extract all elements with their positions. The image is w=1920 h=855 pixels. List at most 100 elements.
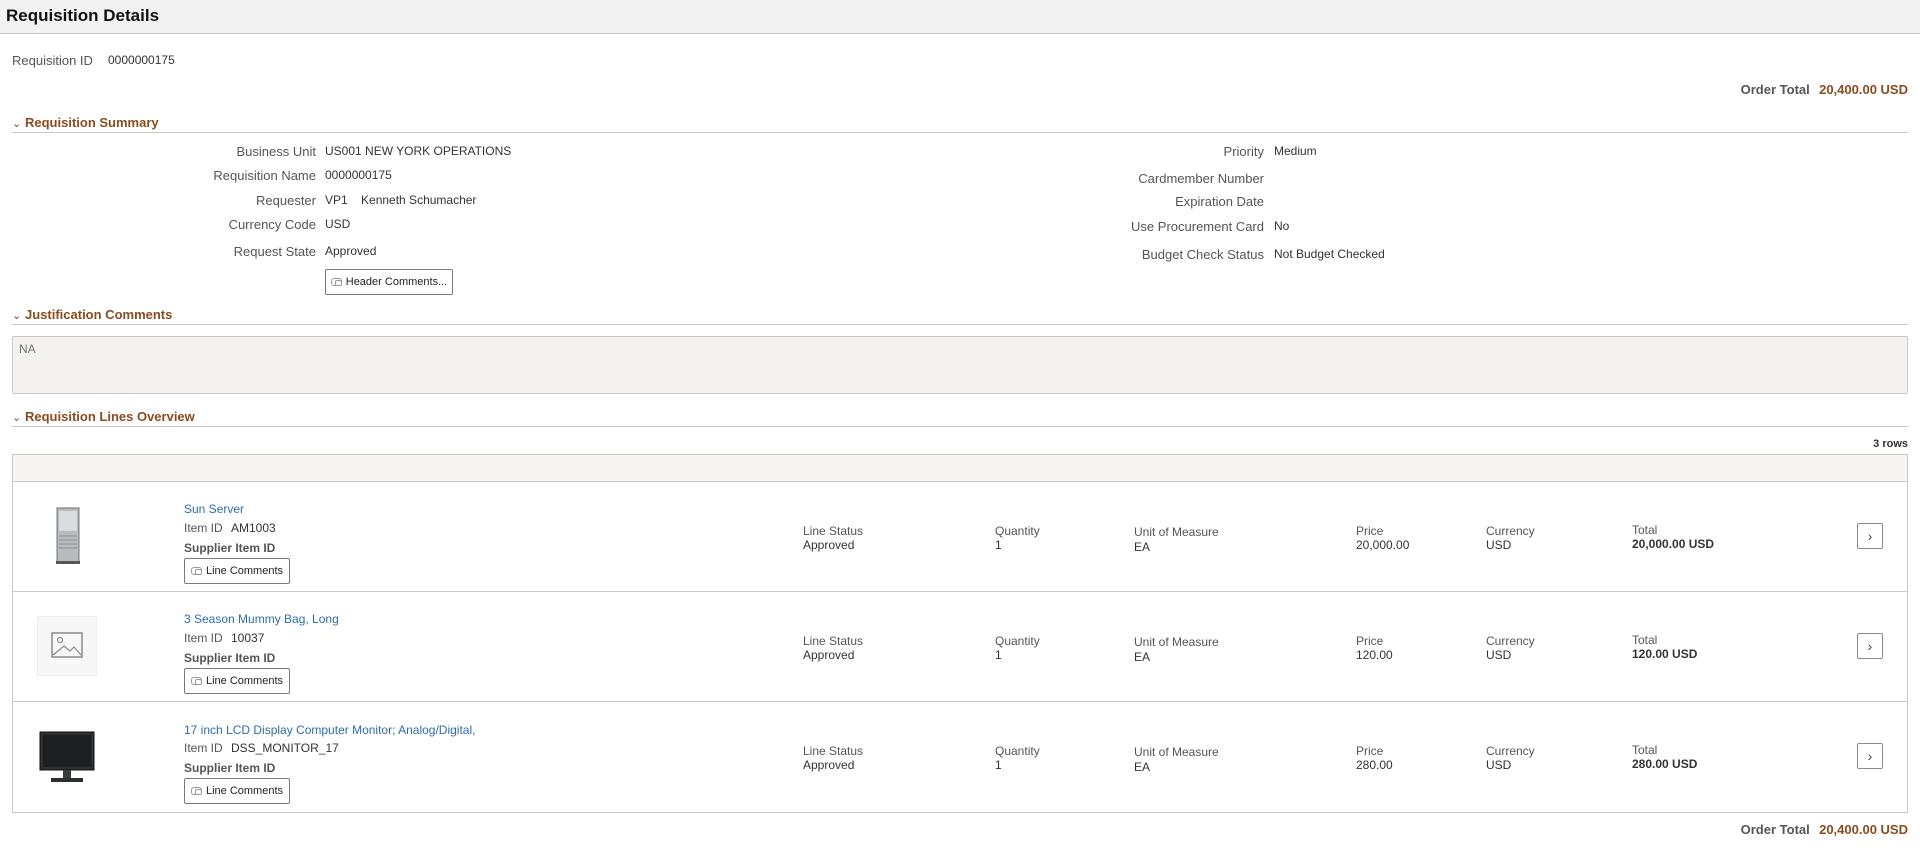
- table-row: 3 Season Mummy Bag, Long Item ID 10037 S…: [13, 592, 1907, 702]
- requisition-lines-grid: Sun Server Item ID AM1003 Supplier Item …: [12, 454, 1908, 813]
- requisition-lines-header[interactable]: ⌄ Requisition Lines Overview: [12, 409, 1908, 427]
- request-state-value: Approved: [325, 244, 377, 258]
- item-id-label: Item ID: [184, 631, 223, 645]
- total-label: Total: [1632, 633, 1658, 647]
- item-id-value: AM1003: [231, 521, 276, 535]
- page-header: Requisition Details: [0, 0, 1920, 34]
- line-details-button[interactable]: ›: [1857, 633, 1883, 659]
- server-image: [37, 506, 97, 566]
- quantity-value: 1: [995, 648, 1002, 662]
- budget-check-status-label: Budget Check Status: [1141, 247, 1264, 262]
- item-name-link[interactable]: 17 inch LCD Display Computer Monitor; An…: [184, 723, 475, 737]
- header-comments-button[interactable]: Header Comments...: [325, 269, 453, 295]
- requisition-name-label: Requisition Name: [213, 168, 316, 183]
- requester-label: Requester: [256, 193, 316, 208]
- requisition-name-value: 0000000175: [325, 168, 392, 182]
- requester-value: VP1 Kenneth Schumacher: [325, 193, 477, 207]
- requisition-summary-header[interactable]: ⌄ Requisition Summary: [12, 115, 1908, 133]
- section-title: Requisition Lines Overview: [25, 409, 195, 424]
- chevron-right-icon: ›: [1867, 748, 1873, 764]
- price-label: Price: [1356, 524, 1384, 538]
- total-label: Total: [1632, 743, 1658, 757]
- order-total-label: Order Total: [1740, 82, 1810, 97]
- quantity-value: 1: [995, 758, 1002, 772]
- item-id-label: Item ID: [184, 521, 223, 535]
- comment-icon: [330, 278, 342, 286]
- image-placeholder-icon: [37, 616, 97, 676]
- row-count: 3 rows: [1873, 438, 1908, 450]
- table-row: 17 inch LCD Display Computer Monitor; An…: [13, 702, 1907, 812]
- line-details-button[interactable]: ›: [1857, 743, 1883, 769]
- line-status-label: Line Status: [803, 634, 864, 648]
- currency-value: USD: [1486, 648, 1512, 662]
- uom-label: Unit of Measure: [1134, 635, 1219, 649]
- price-value: 120.00: [1356, 648, 1393, 662]
- chevron-down-icon: ⌄: [12, 118, 22, 130]
- line-comments-label: Line Comments: [205, 675, 284, 687]
- monitor-image: [37, 726, 97, 786]
- currency-label: Currency: [1486, 524, 1535, 538]
- requisition-id-label: Requisition ID: [12, 53, 93, 68]
- line-status-value: Approved: [803, 648, 855, 662]
- requisition-id-value: 0000000175: [108, 53, 175, 67]
- request-state-label: Request State: [233, 244, 316, 259]
- total-label: Total: [1632, 523, 1658, 537]
- price-label: Price: [1356, 744, 1384, 758]
- cardmember-number-label: Cardmember Number: [1138, 171, 1264, 186]
- item-id-value: 10037: [231, 631, 265, 645]
- uom-value: EA: [1134, 760, 1151, 774]
- line-comments-label: Line Comments: [205, 785, 284, 797]
- price-label: Price: [1356, 634, 1384, 648]
- item-id-value: DSS_MONITOR_17: [231, 741, 339, 755]
- supplier-item-id-label: Supplier Item ID: [184, 761, 276, 775]
- price-value: 280.00: [1356, 758, 1393, 772]
- supplier-item-id-label: Supplier Item ID: [184, 541, 276, 555]
- section-title: Requisition Summary: [25, 115, 159, 130]
- page-title: Requisition Details: [6, 6, 160, 25]
- item-name-link[interactable]: 3 Season Mummy Bag, Long: [184, 612, 339, 626]
- quantity-label: Quantity: [995, 744, 1040, 758]
- currency-label: Currency: [1486, 634, 1535, 648]
- business-unit-label: Business Unit: [236, 144, 316, 159]
- line-comments-button[interactable]: Line Comments: [184, 778, 290, 804]
- currency-label: Currency: [1486, 744, 1535, 758]
- comment-icon: [190, 677, 202, 685]
- uom-value: EA: [1134, 540, 1151, 554]
- currency-value: USD: [1486, 758, 1512, 772]
- business-unit-value: US001 NEW YORK OPERATIONS: [325, 144, 512, 158]
- justification-text: NA: [19, 342, 36, 356]
- line-status-value: Approved: [803, 758, 855, 772]
- order-total-value: 20,400.00 USD: [1819, 82, 1908, 97]
- supplier-item-id-label: Supplier Item ID: [184, 651, 276, 665]
- section-title: Justification Comments: [25, 307, 173, 322]
- comment-icon: [190, 567, 202, 575]
- uom-label: Unit of Measure: [1134, 745, 1219, 759]
- line-status-value: Approved: [803, 538, 855, 552]
- order-total-footer: Order Total 20,400.00 USD: [1741, 822, 1908, 837]
- justification-comments-header[interactable]: ⌄ Justification Comments: [12, 307, 1908, 325]
- expiration-date-label: Expiration Date: [1175, 194, 1264, 209]
- grid-header: [13, 455, 1907, 482]
- total-value: 280.00 USD: [1632, 757, 1698, 771]
- line-status-label: Line Status: [803, 744, 864, 758]
- total-value: 120.00 USD: [1632, 647, 1698, 661]
- currency-code-value: USD: [325, 217, 351, 231]
- justification-comments-field[interactable]: NA: [12, 336, 1908, 394]
- comment-icon: [190, 787, 202, 795]
- priority-value: Medium: [1274, 144, 1317, 158]
- uom-label: Unit of Measure: [1134, 525, 1219, 539]
- item-name-link[interactable]: Sun Server: [184, 502, 244, 516]
- order-total: Order Total 20,400.00 USD: [1741, 82, 1908, 97]
- currency-value: USD: [1486, 538, 1512, 552]
- chevron-down-icon: ⌄: [12, 310, 22, 322]
- item-id-label: Item ID: [184, 741, 223, 755]
- header-comments-label: Header Comments...: [345, 276, 448, 288]
- line-comments-button[interactable]: Line Comments: [184, 558, 290, 584]
- line-comments-button[interactable]: Line Comments: [184, 668, 290, 694]
- line-status-label: Line Status: [803, 524, 864, 538]
- order-total-label: Order Total: [1740, 822, 1810, 837]
- quantity-value: 1: [995, 538, 1002, 552]
- budget-check-status-value: Not Budget Checked: [1274, 247, 1385, 261]
- line-details-button[interactable]: ›: [1857, 523, 1883, 549]
- price-value: 20,000.00: [1356, 538, 1410, 552]
